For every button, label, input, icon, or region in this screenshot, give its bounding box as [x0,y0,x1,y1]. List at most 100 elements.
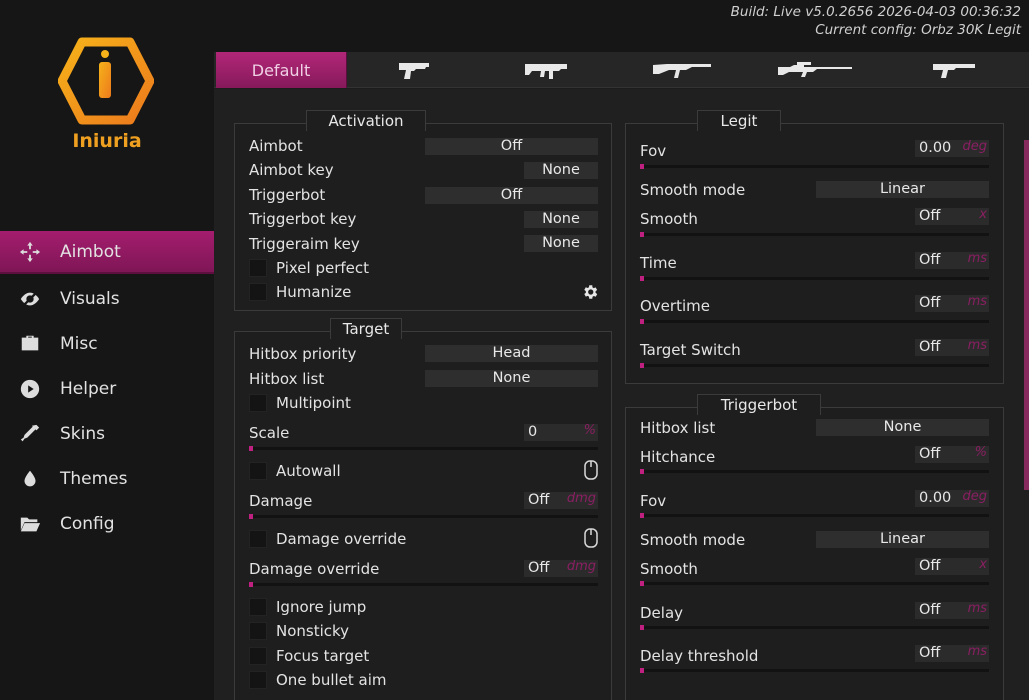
overtime-label: Overtime [640,297,710,315]
tab-default[interactable]: Default [216,52,347,88]
tb-smooth-mode-select[interactable]: Linear [816,531,989,548]
hitchance-slider[interactable] [640,469,989,474]
delay-threshold-slider[interactable] [640,668,989,673]
autowall-label: Autowall [276,462,341,480]
slider-handle[interactable] [640,668,644,673]
damage-override-checkbox-label: Damage override [276,530,407,548]
time-slider[interactable] [640,276,989,281]
damage-override-slider[interactable] [249,582,598,587]
damage-slider[interactable] [249,514,598,519]
damage-override-checkbox[interactable] [249,530,267,548]
damage-input[interactable]: Off dmg [524,491,598,509]
sidebar-item-aimbot[interactable]: Aimbot [0,231,214,274]
slider-handle[interactable] [640,164,644,169]
time-value: Off [919,252,941,268]
app-window: Iniuria Aimbot Visuals Misc Helper Skins… [0,0,1029,700]
slider-handle[interactable] [249,514,253,519]
folder-icon [0,513,60,535]
slider-handle[interactable] [640,513,644,518]
tb-fov-unit: deg [962,489,987,504]
tb-smooth-value: Off [919,558,941,574]
damage-override-keybind[interactable] [584,528,598,552]
scale-input[interactable]: 0% [524,423,598,441]
hitbox-priority-select[interactable]: Head [425,345,598,362]
hitchance-input[interactable]: Off% [915,445,989,463]
delay-threshold-unit: ms [967,644,987,659]
triggeraim-key-button[interactable]: None [524,235,598,252]
humanize-settings-button[interactable] [581,283,599,305]
target-switch-input[interactable]: Off ms [915,338,989,356]
slider-handle[interactable] [640,276,644,281]
aimbot-key-button[interactable]: None [524,162,598,179]
slider-handle[interactable] [640,319,644,324]
tab-shotgun[interactable] [914,52,994,88]
autowall-checkbox[interactable] [249,462,267,480]
sidebar-item-config[interactable]: Config [0,501,214,546]
tab-sniper[interactable] [770,52,860,88]
tb-smooth-input[interactable]: Off x [915,557,989,575]
slider-handle[interactable] [640,363,644,368]
aimbot-select[interactable]: Off [425,138,598,155]
focus-target-checkbox[interactable] [249,647,267,665]
scale-slider[interactable] [249,446,598,451]
gear-icon [584,285,598,299]
iniuria-logo [57,36,155,126]
humanize-checkbox[interactable] [249,283,267,301]
smooth-mode-select[interactable]: Linear [816,181,989,198]
sidebar-item-skins[interactable]: Skins [0,411,214,456]
nonsticky-checkbox[interactable] [249,622,267,640]
target-switch-slider[interactable] [640,363,989,368]
fov-input[interactable]: 0.00 deg [915,139,989,157]
delay-label: Delay [640,604,684,622]
overtime-input[interactable]: Off ms [915,294,989,312]
delay-threshold-input[interactable]: Off ms [915,644,989,662]
tb-fov-input[interactable]: 0.00 deg [915,489,989,507]
smooth-mode-label: Smooth mode [640,181,746,199]
dropper-icon [0,423,60,445]
tb-fov-value: 0.00 [919,490,952,506]
sidebar-item-misc[interactable]: Misc [0,321,214,366]
tab-rifle[interactable] [642,52,722,88]
delay-input[interactable]: Off ms [915,601,989,619]
one-bullet-aim-checkbox[interactable] [249,671,267,689]
slider-handle[interactable] [640,581,644,586]
tab-smg[interactable] [506,52,586,88]
multipoint-label: Multipoint [276,394,351,412]
delay-slider[interactable] [640,625,989,630]
ignore-jump-checkbox[interactable] [249,598,267,616]
triggerbot-select[interactable]: Off [425,187,598,204]
smooth-input[interactable]: Off x [915,207,989,225]
weapon-tabbar: Default [214,52,1029,88]
tb-fov-slider[interactable] [640,513,989,518]
delay-value: Off [919,602,941,618]
slider-handle[interactable] [249,446,253,451]
fov-slider[interactable] [640,164,989,169]
slider-handle[interactable] [249,582,253,587]
hitbox-list-select[interactable]: None [425,370,598,387]
tb-hitbox-list-select[interactable]: None [816,419,989,436]
sidebar-item-visuals[interactable]: Visuals [0,276,214,321]
fov-value: 0.00 [919,140,952,156]
slider-handle[interactable] [640,469,644,474]
drop-icon [0,468,60,490]
time-input[interactable]: Off ms [915,251,989,269]
slider-handle[interactable] [640,232,644,237]
content-scrollbar[interactable] [1024,140,1029,490]
fov-unit: deg [962,139,987,154]
slider-handle[interactable] [640,625,644,630]
tb-fov-label: Fov [640,492,667,510]
sidebar-item-helper[interactable]: Helper [0,366,214,411]
triggerbot-key-button[interactable]: None [524,211,598,228]
damage-override-value: Off [528,560,550,576]
scale-unit: % [583,423,596,438]
sidebar-item-themes[interactable]: Themes [0,456,214,501]
tb-hitbox-list-label: Hitbox list [640,419,716,437]
overtime-slider[interactable] [640,319,989,324]
multipoint-checkbox[interactable] [249,394,267,412]
tb-smooth-slider[interactable] [640,581,989,586]
pixel-perfect-checkbox[interactable] [249,259,267,277]
tab-pistol[interactable] [374,52,454,88]
damage-override-input[interactable]: Off dmg [524,559,598,577]
autowall-keybind[interactable] [584,460,598,484]
smooth-slider[interactable] [640,232,989,237]
